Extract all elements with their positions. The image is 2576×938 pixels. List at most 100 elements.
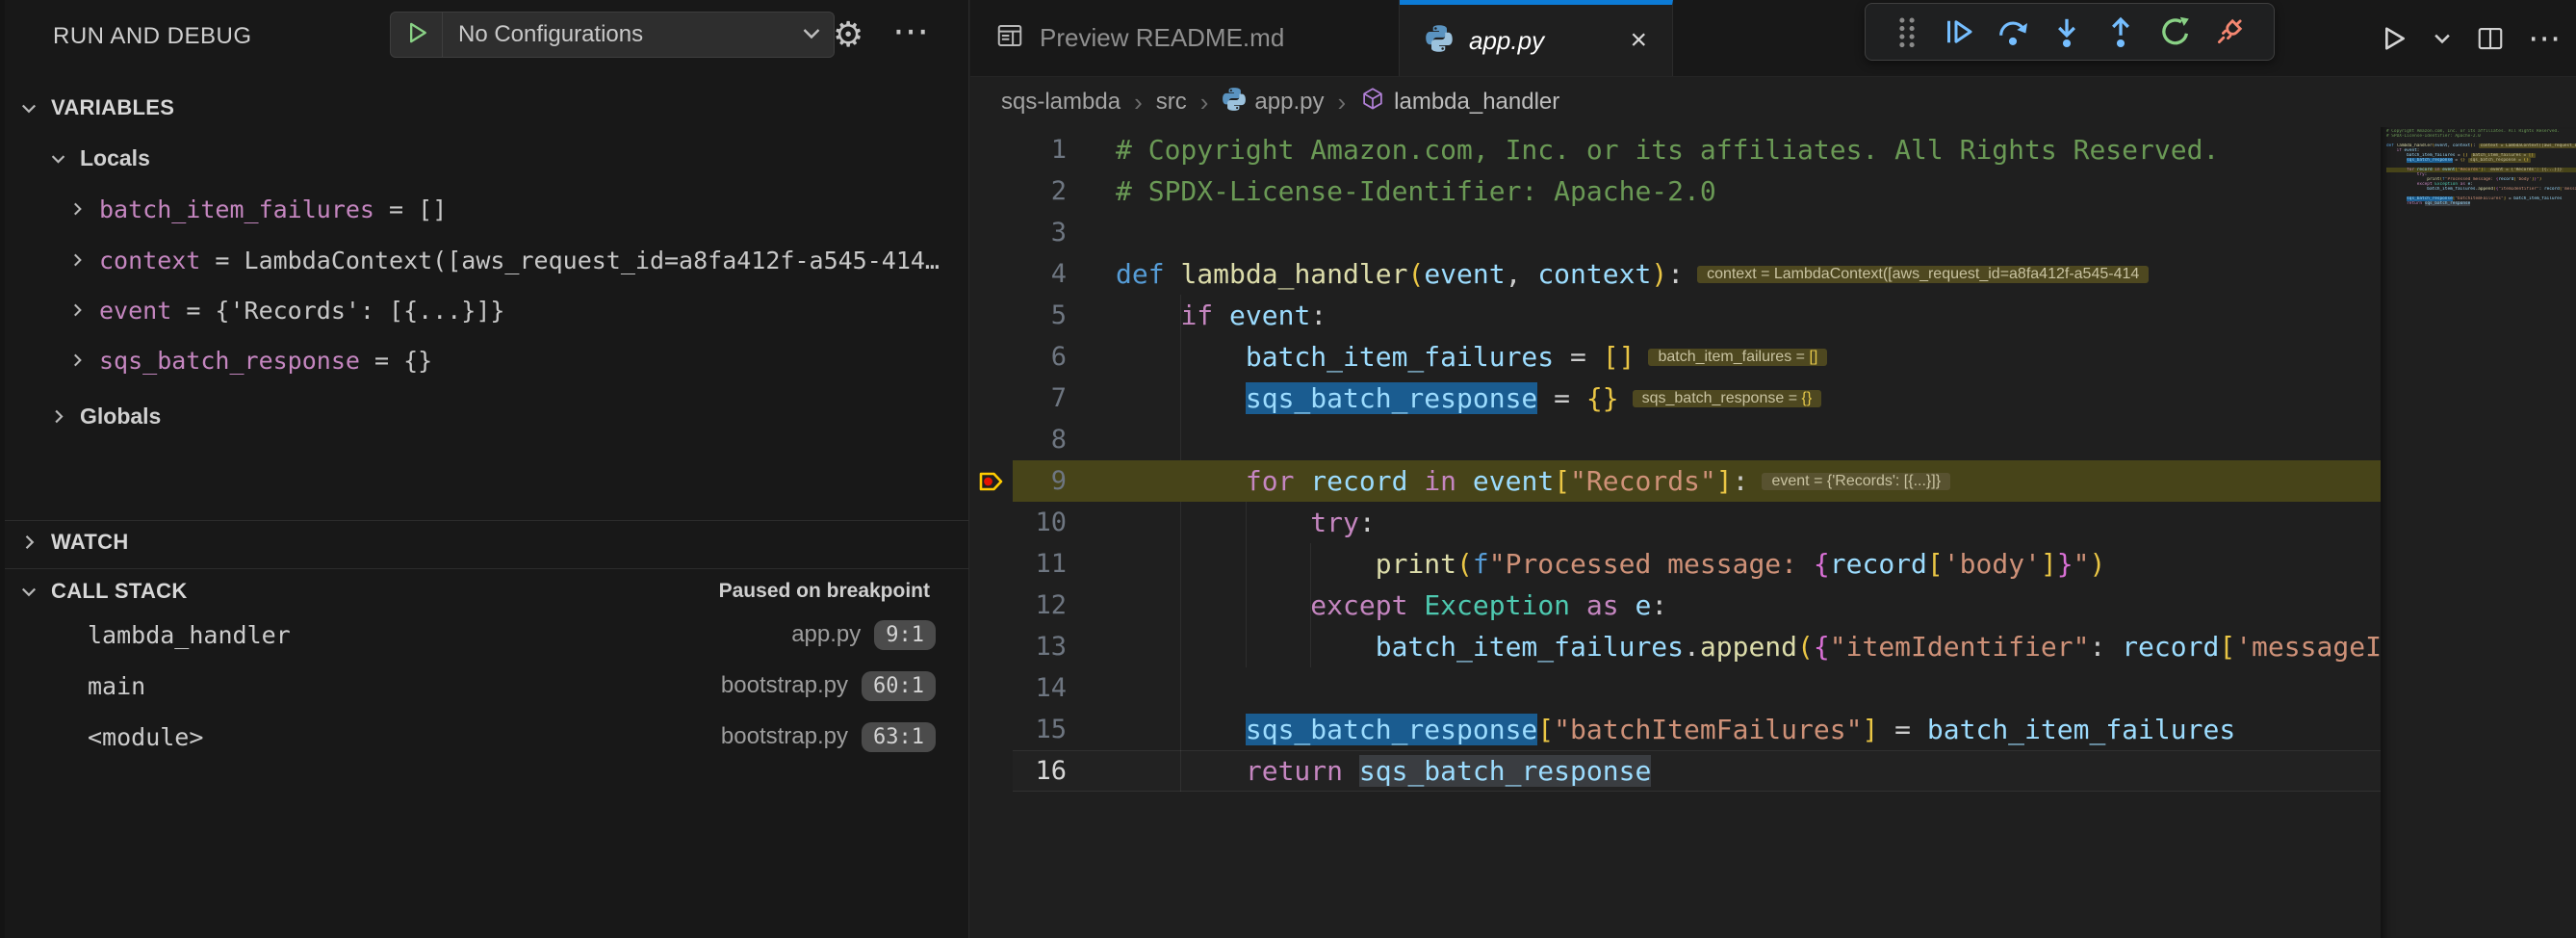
minimap[interactable]: # Copyright Amazon.com, Inc. or its affi… <box>2381 127 2576 938</box>
start-debug-icon[interactable] <box>391 13 443 57</box>
locals-group-header[interactable]: Locals <box>5 141 968 175</box>
line-number[interactable]: 14 <box>1013 673 1067 703</box>
line-number[interactable]: 11 <box>1013 549 1067 579</box>
continue-button[interactable] <box>1942 14 1976 49</box>
tab-preview-readme[interactable]: Preview README.md <box>970 0 1400 76</box>
run-button[interactable] <box>2378 23 2409 54</box>
breadcrumb-item-file[interactable]: app.py <box>1222 87 1324 118</box>
code-line[interactable]: 16 return sqs_batch_response <box>970 750 2381 792</box>
chevron-right-icon[interactable] <box>64 348 90 373</box>
glyph-margin[interactable] <box>970 129 1013 170</box>
step-out-button[interactable] <box>2103 14 2138 49</box>
step-over-button[interactable] <box>1996 14 2030 49</box>
step-into-button[interactable] <box>2049 14 2084 49</box>
tab-app-py[interactable]: app.py × <box>1400 0 1673 76</box>
line-number[interactable]: 16 <box>1013 756 1067 786</box>
code-line[interactable]: 7 sqs_batch_response = {}sqs_batch_respo… <box>970 378 2381 419</box>
glyph-margin[interactable] <box>970 170 1013 212</box>
restart-button[interactable] <box>2158 14 2193 49</box>
line-number[interactable]: 3 <box>1013 218 1067 248</box>
chevron-right-icon[interactable] <box>64 298 90 323</box>
variable-row[interactable]: event = {'Records': [{...}]} <box>5 289 968 331</box>
inline-value-token: context = LambdaContext([aws_request_id=… <box>1707 266 2139 282</box>
code-line[interactable]: 15 sqs_batch_response["batchItemFailures… <box>970 709 2381 750</box>
line-number[interactable]: 9 <box>1013 466 1067 496</box>
code-line[interactable]: 4def lambda_handler(event, context):cont… <box>970 253 2381 295</box>
code-text: for record in event["Records"]: <box>1116 460 1748 502</box>
code-line[interactable]: 11 print(f"Processed message: {record['b… <box>970 543 2381 585</box>
variable-row[interactable]: context = LambdaContext([aws_request_id=… <box>5 239 968 281</box>
breadcrumb-item-folder[interactable]: src <box>1156 89 1187 116</box>
more-actions-icon[interactable]: ⋯ <box>892 10 929 53</box>
line-number[interactable]: 6 <box>1013 342 1067 372</box>
code-line[interactable]: 1# Copyright Amazon.com, Inc. or its aff… <box>970 129 2381 170</box>
glyph-margin[interactable] <box>970 626 1013 667</box>
launch-config-dropdown[interactable]: No Configurations <box>390 12 835 58</box>
breakpoint-arrow-icon[interactable] <box>970 460 1013 502</box>
gear-icon[interactable]: ⚙ <box>833 15 863 54</box>
drag-handle[interactable] <box>1893 15 1921 48</box>
glyph-margin[interactable] <box>970 585 1013 626</box>
line-number[interactable]: 7 <box>1013 383 1067 413</box>
line-number[interactable]: 5 <box>1013 300 1067 330</box>
chevron-right-icon[interactable] <box>64 248 90 273</box>
glyph-margin[interactable] <box>970 253 1013 295</box>
code-line[interactable]: 8 <box>970 419 2381 460</box>
line-number[interactable]: 12 <box>1013 590 1067 620</box>
call-stack-frame[interactable]: <module>bootstrap.py63:1 <box>5 715 968 759</box>
code-token <box>1570 589 1586 621</box>
code-line[interactable]: 9 for record in event["Records"]:event =… <box>970 460 2381 502</box>
glyph-margin[interactable] <box>970 667 1013 709</box>
call-stack-frame[interactable]: lambda_handlerapp.py9:1 <box>5 612 968 657</box>
chevron-right-icon[interactable] <box>64 196 90 221</box>
line-number[interactable]: 8 <box>1013 425 1067 455</box>
glyph-margin[interactable] <box>970 543 1013 585</box>
code-editor[interactable]: 1# Copyright Amazon.com, Inc. or its aff… <box>970 127 2381 938</box>
globals-group-header[interactable]: Globals <box>5 397 968 435</box>
variables-section-header[interactable]: VARIABLES <box>5 91 968 125</box>
glyph-margin[interactable] <box>970 378 1013 419</box>
call-stack-section-header[interactable]: CALL STACK Paused on breakpoint <box>5 572 968 611</box>
code-token: ( <box>1407 258 1424 290</box>
disconnect-button[interactable] <box>2212 14 2247 49</box>
watch-header-label: WATCH <box>51 530 129 555</box>
split-editor-button[interactable] <box>2476 24 2505 53</box>
code-text: return sqs_batch_response <box>1116 750 1651 792</box>
code-line[interactable]: 3 <box>970 212 2381 253</box>
glyph-margin[interactable] <box>970 336 1013 378</box>
close-icon[interactable]: × <box>1630 26 1647 55</box>
line-number[interactable]: 2 <box>1013 176 1067 206</box>
code-line[interactable]: 13 batch_item_failures.append({"itemIden… <box>970 626 2381 667</box>
code-line[interactable]: 6 batch_item_failures = []batch_item_fai… <box>970 336 2381 378</box>
glyph-margin[interactable] <box>970 709 1013 750</box>
line-number[interactable]: 4 <box>1013 259 1067 289</box>
code-line[interactable]: 12 except Exception as e: <box>970 585 2381 626</box>
code-line[interactable]: 10 try: <box>970 502 2381 543</box>
code-line[interactable]: 5 if event: <box>970 295 2381 336</box>
glyph-margin[interactable] <box>970 419 1013 460</box>
variables-header-label: VARIABLES <box>51 95 174 120</box>
variable-row[interactable]: batch_item_failures = [] <box>5 188 968 230</box>
variable-value: = {} <box>360 347 955 375</box>
variable-name: sqs_batch_response <box>99 347 360 375</box>
code-token: event <box>1229 300 1310 331</box>
variable-row[interactable]: sqs_batch_response = {} <box>5 339 968 381</box>
line-number[interactable]: 15 <box>1013 715 1067 744</box>
more-actions-icon[interactable]: ⋯ <box>2528 19 2561 58</box>
line-number[interactable]: 10 <box>1013 508 1067 537</box>
code-line[interactable]: 14 <box>970 667 2381 709</box>
code-token: [] <box>1603 341 1636 373</box>
watch-section-header[interactable]: WATCH <box>5 522 968 562</box>
call-stack-frame[interactable]: mainbootstrap.py60:1 <box>5 664 968 708</box>
code-token: "itemIdentifier" <box>2498 187 2538 192</box>
breadcrumb-item-folder[interactable]: sqs-lambda <box>1001 89 1121 116</box>
code-line[interactable]: 2# SPDX-License-Identifier: Apache-2.0 <box>970 170 2381 212</box>
glyph-margin[interactable] <box>970 750 1013 792</box>
glyph-margin[interactable] <box>970 502 1013 543</box>
line-number[interactable]: 13 <box>1013 632 1067 662</box>
glyph-margin[interactable] <box>970 295 1013 336</box>
breadcrumb-item-symbol[interactable]: lambda_handler <box>1359 86 1559 119</box>
line-number[interactable]: 1 <box>1013 135 1067 165</box>
glyph-margin[interactable] <box>970 212 1013 253</box>
run-dropdown-chevron-icon[interactable] <box>2432 28 2453 49</box>
